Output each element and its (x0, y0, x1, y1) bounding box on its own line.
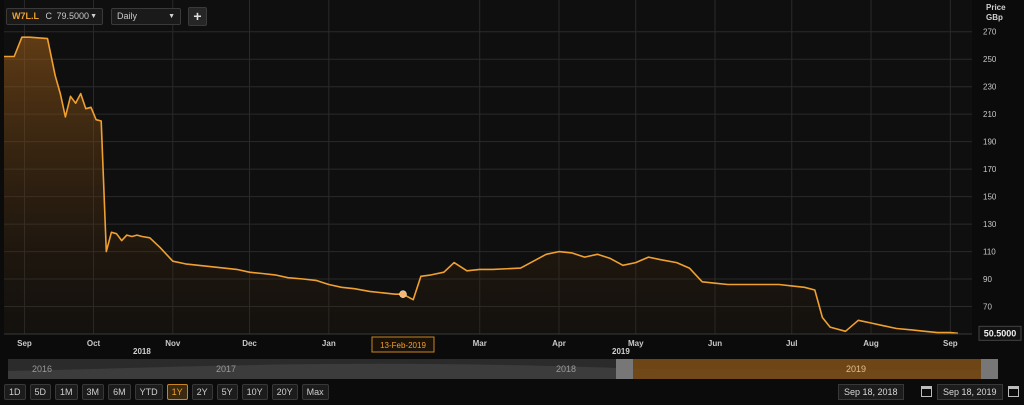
range-button-20y[interactable]: 20Y (271, 384, 298, 400)
x-tick-label: Sep (17, 339, 32, 348)
highlight-date-label: 13-Feb-2019 (380, 341, 426, 350)
chevron-down-icon: ▼ (168, 13, 175, 20)
y-tick-label: 210 (983, 110, 997, 119)
interval-label: Daily (117, 11, 138, 21)
range-button-ytd[interactable]: YTD (134, 384, 163, 400)
x-tick-label: Nov (165, 339, 181, 348)
calendar-icon[interactable] (921, 386, 932, 397)
navigator-year-2016: 2016 (32, 364, 52, 374)
y-tick-label: 190 (983, 138, 997, 147)
last-value-label: 50.5000 (984, 328, 1017, 338)
symbol-dropdown[interactable]: W7L.L C 79.5000 ▼ (6, 8, 103, 25)
x-tick-label: Dec (242, 339, 257, 348)
y-tick-label: 90 (983, 275, 992, 284)
x-tick-label: Jun (708, 339, 722, 348)
y-tick-label: 230 (983, 83, 997, 92)
range-button-3m[interactable]: 3M (81, 384, 105, 400)
plus-icon[interactable]: + (188, 7, 207, 26)
end-date-field[interactable]: Sep 18, 2019 (937, 384, 1003, 400)
x-tick-label: Jul (786, 339, 798, 348)
range-button-1m[interactable]: 1M (55, 384, 78, 400)
x-tick-label: Aug (863, 339, 879, 348)
y-tick-label: 70 (983, 303, 992, 312)
start-date-field[interactable]: Sep 18, 2018 (838, 384, 904, 400)
y-tick-label: 130 (983, 220, 997, 229)
navigator-right-handle[interactable] (981, 359, 998, 379)
interval-dropdown[interactable]: Daily ▼ (111, 8, 181, 25)
navigator-selection (616, 359, 998, 379)
x-tick-label: Mar (473, 339, 487, 348)
y-axis: 709011013015017019021023025027050.5000 (978, 28, 1022, 341)
navigator-year-2019: 2019 (846, 364, 866, 374)
price-chart[interactable]: 709011013015017019021023025027050.5000 S… (0, 0, 1024, 405)
x-tick-label: Apr (552, 339, 566, 348)
highlight-point (399, 290, 407, 298)
navigator-left-handle[interactable] (616, 359, 633, 379)
range-button-1d[interactable]: 1D (4, 384, 26, 400)
close-label: C (45, 11, 53, 21)
year-label-2018: 2018 (133, 347, 151, 356)
range-button-2y[interactable]: 2Y (191, 384, 213, 400)
year-label-2019: 2019 (612, 347, 630, 356)
close-value: 79.5000 (56, 11, 90, 21)
x-tick-label: Sep (943, 339, 958, 348)
x-tick-label: Jan (322, 339, 336, 348)
navigator-year-2017: 2017 (216, 364, 236, 374)
range-button-6m[interactable]: 6M (108, 384, 131, 400)
navigator-year-2018: 2018 (556, 364, 576, 374)
range-navigator[interactable]: 2016 2017 2018 2019 (8, 359, 998, 379)
x-tick-label: May (628, 339, 644, 348)
navigator-svg: 2016 2017 2018 2019 (8, 359, 998, 379)
range-buttons: 1D 5D 1M 3M 6M YTD 1Y 2Y 5Y 10Y 20Y Max (4, 384, 329, 400)
chevron-down-icon: ▼ (90, 13, 97, 20)
chart-toolbar: W7L.L C 79.5000 ▼ Daily ▼ + (0, 0, 1024, 32)
range-button-1y[interactable]: 1Y (166, 384, 188, 400)
y-tick-label: 250 (983, 55, 997, 64)
range-button-10y[interactable]: 10Y (241, 384, 268, 400)
range-button-5y[interactable]: 5Y (216, 384, 238, 400)
range-button-5d[interactable]: 5D (29, 384, 52, 400)
range-button-max[interactable]: Max (301, 384, 329, 400)
y-tick-label: 150 (983, 193, 997, 202)
y-tick-label: 110 (983, 248, 996, 257)
calendar-icon[interactable] (1008, 386, 1019, 397)
y-tick-label: 170 (983, 165, 997, 174)
symbol-label: W7L.L (12, 11, 39, 21)
x-tick-label: Oct (87, 339, 101, 348)
